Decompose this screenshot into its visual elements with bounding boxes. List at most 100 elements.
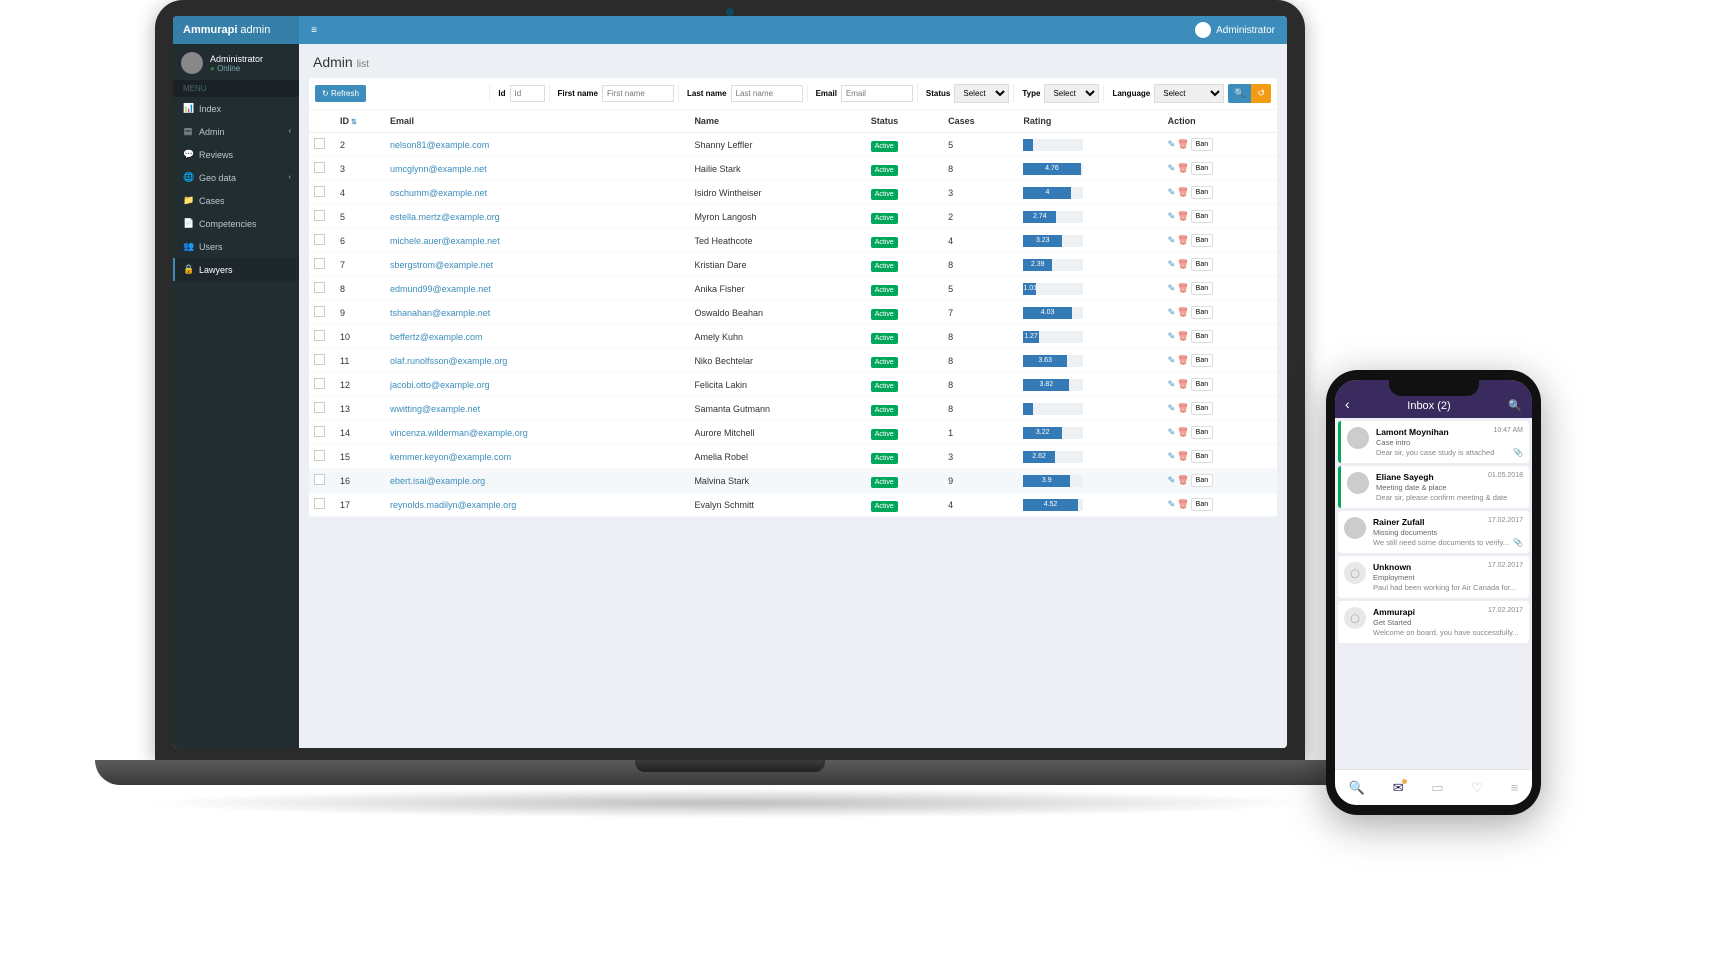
row-checkbox[interactable] bbox=[314, 354, 325, 365]
sidebar-item-users[interactable]: 👥Users bbox=[173, 235, 299, 258]
delete-icon[interactable]: 🗑 bbox=[1177, 259, 1188, 270]
search-icon[interactable]: 🔍 bbox=[1508, 399, 1522, 412]
sidebar-item-lawyers[interactable]: 🔒Lawyers bbox=[173, 258, 299, 281]
email-link[interactable]: jacobi.otto@example.org bbox=[390, 380, 490, 390]
sidebar-item-geo-data[interactable]: 🌐Geo data‹ bbox=[173, 166, 299, 189]
delete-icon[interactable]: 🗑 bbox=[1177, 331, 1188, 342]
email-link[interactable]: olaf.runolfsson@example.org bbox=[390, 356, 507, 366]
delete-icon[interactable]: 🗑 bbox=[1177, 211, 1188, 222]
edit-icon[interactable]: ✎ bbox=[1168, 235, 1176, 246]
delete-icon[interactable]: 🗑 bbox=[1177, 163, 1188, 174]
delete-icon[interactable]: 🗑 bbox=[1177, 499, 1188, 510]
ban-button[interactable]: Ban bbox=[1191, 234, 1213, 247]
edit-icon[interactable]: ✎ bbox=[1168, 187, 1176, 198]
filter-id-input[interactable] bbox=[510, 85, 545, 102]
ban-button[interactable]: Ban bbox=[1191, 138, 1213, 151]
inbox-message[interactable]: Eliane SayeghMeeting date & placeDear si… bbox=[1338, 466, 1529, 508]
delete-icon[interactable]: 🗑 bbox=[1177, 379, 1188, 390]
email-link[interactable]: michele.auer@example.net bbox=[390, 236, 500, 246]
delete-icon[interactable]: 🗑 bbox=[1177, 427, 1188, 438]
email-link[interactable]: vincenza.wilderman@example.org bbox=[390, 428, 528, 438]
ban-button[interactable]: Ban bbox=[1191, 330, 1213, 343]
delete-icon[interactable]: 🗑 bbox=[1177, 307, 1188, 318]
inbox-message[interactable]: ◯UnknownEmploymentPaul had been working … bbox=[1338, 556, 1529, 598]
ban-button[interactable]: Ban bbox=[1191, 426, 1213, 439]
brand-logo[interactable]: Ammurapiadmin bbox=[173, 16, 299, 44]
tab-files-icon[interactable]: ▭ bbox=[1431, 780, 1443, 796]
filter-firstname-input[interactable] bbox=[602, 85, 674, 102]
email-link[interactable]: beffertz@example.com bbox=[390, 332, 483, 342]
ban-button[interactable]: Ban bbox=[1191, 210, 1213, 223]
sidebar-item-cases[interactable]: 📁Cases bbox=[173, 189, 299, 212]
filter-language-select[interactable]: Select bbox=[1154, 84, 1224, 103]
row-checkbox[interactable] bbox=[314, 378, 325, 389]
tab-favorites-icon[interactable]: ♡ bbox=[1471, 780, 1483, 796]
topbar-user-menu[interactable]: Administrator bbox=[1195, 22, 1287, 38]
edit-icon[interactable]: ✎ bbox=[1168, 331, 1176, 342]
row-checkbox[interactable] bbox=[314, 474, 325, 485]
edit-icon[interactable]: ✎ bbox=[1168, 211, 1176, 222]
row-checkbox[interactable] bbox=[314, 138, 325, 149]
row-checkbox[interactable] bbox=[314, 258, 325, 269]
filter-status-select[interactable]: Select bbox=[954, 84, 1009, 103]
edit-icon[interactable]: ✎ bbox=[1168, 403, 1176, 414]
row-checkbox[interactable] bbox=[314, 330, 325, 341]
sidebar-item-index[interactable]: 📊Index bbox=[173, 97, 299, 120]
inbox-message[interactable]: ◯AmmurapiGet StartedWelcome on board, yo… bbox=[1338, 601, 1529, 643]
ban-button[interactable]: Ban bbox=[1191, 450, 1213, 463]
reset-button[interactable]: ↺ bbox=[1251, 84, 1271, 103]
row-checkbox[interactable] bbox=[314, 426, 325, 437]
edit-icon[interactable]: ✎ bbox=[1168, 379, 1176, 390]
row-checkbox[interactable] bbox=[314, 210, 325, 221]
ban-button[interactable]: Ban bbox=[1191, 306, 1213, 319]
back-icon[interactable]: ‹ bbox=[1345, 396, 1350, 412]
ban-button[interactable]: Ban bbox=[1191, 282, 1213, 295]
email-link[interactable]: nelson81@example.com bbox=[390, 140, 489, 150]
ban-button[interactable]: Ban bbox=[1191, 402, 1213, 415]
edit-icon[interactable]: ✎ bbox=[1168, 139, 1176, 150]
edit-icon[interactable]: ✎ bbox=[1168, 427, 1176, 438]
ban-button[interactable]: Ban bbox=[1191, 378, 1213, 391]
ban-button[interactable]: Ban bbox=[1191, 258, 1213, 271]
inbox-message[interactable]: Lamont MoynihanCase introDear sir, you c… bbox=[1338, 421, 1529, 463]
edit-icon[interactable]: ✎ bbox=[1168, 163, 1176, 174]
email-link[interactable]: tshanahan@example.net bbox=[390, 308, 490, 318]
filter-type-select[interactable]: Select bbox=[1044, 84, 1099, 103]
sort-icon[interactable]: ⇅ bbox=[351, 119, 357, 126]
edit-icon[interactable]: ✎ bbox=[1168, 451, 1176, 462]
delete-icon[interactable]: 🗑 bbox=[1177, 283, 1188, 294]
sidebar-item-reviews[interactable]: 💬Reviews bbox=[173, 143, 299, 166]
email-link[interactable]: reynolds.madilyn@example.org bbox=[390, 500, 516, 510]
edit-icon[interactable]: ✎ bbox=[1168, 475, 1176, 486]
email-link[interactable]: kemmer.keyon@example.com bbox=[390, 452, 511, 462]
email-link[interactable]: edmund99@example.net bbox=[390, 284, 491, 294]
edit-icon[interactable]: ✎ bbox=[1168, 307, 1176, 318]
search-button[interactable]: 🔍 bbox=[1228, 84, 1251, 103]
refresh-button[interactable]: ↻ Refresh bbox=[315, 85, 366, 102]
delete-icon[interactable]: 🗑 bbox=[1177, 235, 1188, 246]
sidebar-item-admin[interactable]: ▤Admin‹ bbox=[173, 120, 299, 143]
email-link[interactable]: ebert.isai@example.org bbox=[390, 476, 485, 486]
tab-search-icon[interactable]: 🔍 bbox=[1349, 780, 1365, 796]
delete-icon[interactable]: 🗑 bbox=[1177, 355, 1188, 366]
email-link[interactable]: estella.mertz@example.org bbox=[390, 212, 500, 222]
sidebar-toggle[interactable]: ≡ bbox=[299, 25, 329, 36]
email-link[interactable]: sbergstrom@example.net bbox=[390, 260, 493, 270]
email-link[interactable]: wwitting@example.net bbox=[390, 404, 480, 414]
sidebar-item-competencies[interactable]: 📄Competencies bbox=[173, 212, 299, 235]
edit-icon[interactable]: ✎ bbox=[1168, 355, 1176, 366]
row-checkbox[interactable] bbox=[314, 402, 325, 413]
ban-button[interactable]: Ban bbox=[1191, 498, 1213, 511]
filter-lastname-input[interactable] bbox=[731, 85, 803, 102]
row-checkbox[interactable] bbox=[314, 498, 325, 509]
ban-button[interactable]: Ban bbox=[1191, 354, 1213, 367]
row-checkbox[interactable] bbox=[314, 186, 325, 197]
tab-settings-icon[interactable]: ≡ bbox=[1511, 780, 1519, 795]
delete-icon[interactable]: 🗑 bbox=[1177, 187, 1188, 198]
delete-icon[interactable]: 🗑 bbox=[1177, 403, 1188, 414]
email-link[interactable]: umcglynn@example.net bbox=[390, 164, 487, 174]
delete-icon[interactable]: 🗑 bbox=[1177, 475, 1188, 486]
ban-button[interactable]: Ban bbox=[1191, 474, 1213, 487]
row-checkbox[interactable] bbox=[314, 450, 325, 461]
edit-icon[interactable]: ✎ bbox=[1168, 259, 1176, 270]
